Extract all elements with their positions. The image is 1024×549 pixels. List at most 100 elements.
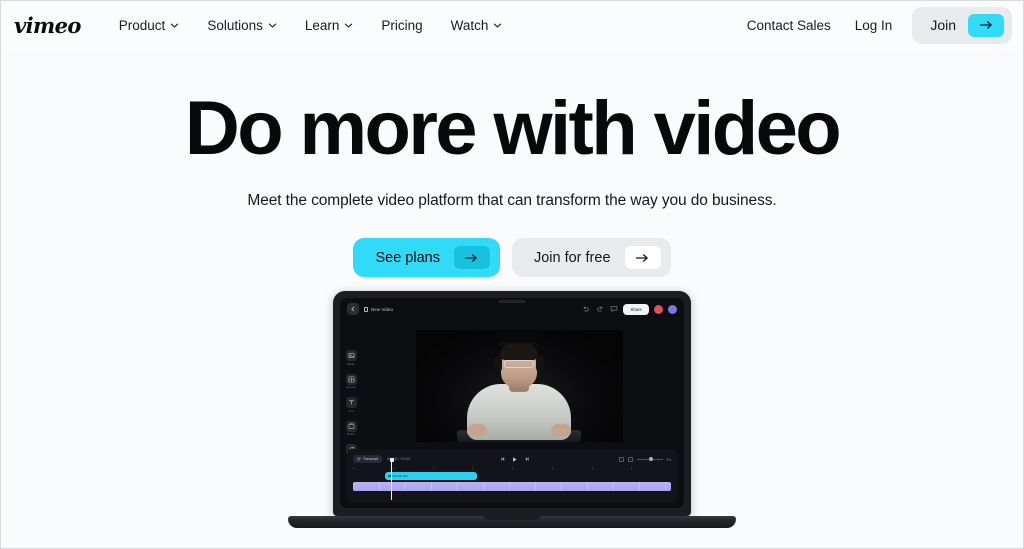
project-title-text: New Video xyxy=(371,306,394,312)
sidebar-item-brand[interactable]: Brand xyxy=(345,420,357,436)
webcam-notch xyxy=(499,300,525,303)
text-icon xyxy=(345,397,357,408)
hero-section: Do more with video Meet the complete vid… xyxy=(0,50,1024,278)
editor-canvas xyxy=(362,320,684,449)
sidebar-item-label: Layouts xyxy=(346,386,356,389)
playback-controls xyxy=(499,456,530,463)
laptop-mockup: New Video Share Media Layouts Text Brand… xyxy=(288,291,736,528)
transcript-button[interactable]: Transcript xyxy=(353,455,382,463)
editor-timeline: Transcript 00:06 / 03:00 Fit My first fi… xyxy=(347,449,677,503)
play-button[interactable] xyxy=(511,456,518,463)
person-glasses xyxy=(504,359,534,368)
chevron-down-icon xyxy=(493,21,502,30)
timeline-toolbar: Transcript 00:06 / 03:00 Fit xyxy=(353,454,671,464)
vimeo-logo[interactable]: vimeo xyxy=(14,13,81,38)
nav-item-solutions[interactable]: Solutions xyxy=(193,12,291,39)
nav-item-watch[interactable]: Watch xyxy=(437,12,517,39)
ruler-tick xyxy=(353,467,393,470)
chevron-down-icon xyxy=(268,21,277,30)
headphone-band xyxy=(498,341,540,349)
back-arrow-icon[interactable] xyxy=(347,303,359,315)
chevron-down-icon xyxy=(170,21,179,30)
laptop-base xyxy=(288,516,736,528)
editor-top-actions: Share xyxy=(581,303,677,315)
primary-nav-links: Product Solutions Learn Pricing Watch xyxy=(105,12,517,39)
ruler-tick xyxy=(392,467,433,470)
ruler-tick xyxy=(551,467,592,470)
ruler-tick xyxy=(512,467,552,470)
grid-view-icon[interactable] xyxy=(618,456,624,462)
nav-item-pricing[interactable]: Pricing xyxy=(367,12,436,39)
ruler-tick xyxy=(631,467,671,470)
join-for-free-label: Join for free xyxy=(533,249,611,266)
headphone-left xyxy=(494,355,502,372)
undo-icon[interactable] xyxy=(581,305,590,314)
nav-actions: Contact Sales Log In Join xyxy=(735,6,1012,44)
laptop-lid: New Video Share Media Layouts Text Brand… xyxy=(333,291,691,516)
person-hand-left xyxy=(467,423,487,436)
join-button-label: Join xyxy=(930,17,956,33)
clip-label: My first film xyxy=(392,474,408,478)
sidebar-item-label: Text xyxy=(348,409,354,413)
timeline-audio-track[interactable] xyxy=(353,482,671,491)
arrow-right-icon xyxy=(453,246,490,270)
sidebar-item-layouts[interactable]: Layouts xyxy=(345,373,357,389)
top-navigation-bar: vimeo Product Solutions Learn Pricing Wa… xyxy=(0,0,1024,50)
log-in-link[interactable]: Log In xyxy=(843,12,905,39)
see-plans-button[interactable]: See plans xyxy=(353,238,500,278)
next-frame-button[interactable] xyxy=(523,456,530,463)
layouts-icon xyxy=(345,373,357,385)
avatar[interactable] xyxy=(668,304,677,314)
timeline-clip[interactable]: My first film xyxy=(385,472,477,480)
list-view-icon[interactable] xyxy=(627,456,633,462)
timeline-ruler[interactable] xyxy=(353,466,671,471)
person-hand-right xyxy=(551,423,571,436)
zoom-label: Fit xyxy=(666,456,671,462)
transcript-icon xyxy=(357,457,361,461)
hero-cta-row: See plans Join for free xyxy=(0,238,1024,278)
nav-item-label: Solutions xyxy=(207,17,263,33)
headphone-right xyxy=(536,355,544,372)
transcript-label: Transcript xyxy=(363,457,378,461)
join-for-free-button[interactable]: Join for free xyxy=(511,238,671,278)
timeline-playhead[interactable] xyxy=(389,458,394,500)
sidebar-item-text[interactable]: Text xyxy=(345,397,357,413)
redo-icon[interactable] xyxy=(595,305,604,314)
media-icon xyxy=(345,350,357,361)
join-button[interactable]: Join xyxy=(912,6,1012,44)
see-plans-label: See plans xyxy=(375,249,440,266)
arrow-right-icon xyxy=(624,246,661,270)
hero-subhead: Meet the complete video platform that ca… xyxy=(247,192,777,210)
editor-screen: New Video Share Media Layouts Text Brand… xyxy=(340,298,684,508)
ruler-tick xyxy=(432,467,473,470)
timeline-video-track[interactable]: My first film xyxy=(353,472,671,480)
arrow-right-icon xyxy=(968,13,1004,37)
nav-item-label: Pricing xyxy=(381,17,423,33)
zoom-slider[interactable] xyxy=(636,457,663,461)
laptop-base-notch xyxy=(483,516,541,520)
video-preview[interactable] xyxy=(415,329,623,442)
page-title: Do more with video xyxy=(184,86,842,171)
chevron-down-icon xyxy=(344,21,353,30)
editor-sidebar: Media Layouts Text Brand xyxy=(340,320,362,460)
ruler-tick xyxy=(472,467,512,470)
brand-icon xyxy=(345,420,357,432)
timeline-view-controls: Fit xyxy=(618,456,671,462)
share-button[interactable]: Share xyxy=(623,303,649,315)
avatar[interactable] xyxy=(654,304,663,314)
sidebar-item-label: Media xyxy=(347,362,355,366)
editor-body: Media Layouts Text Brand xyxy=(340,320,684,460)
nav-item-product[interactable]: Product xyxy=(105,12,194,39)
ruler-tick xyxy=(591,467,632,470)
project-title: New Video xyxy=(364,306,394,312)
nav-item-learn[interactable]: Learn xyxy=(291,12,368,39)
nav-item-label: Product xyxy=(118,17,166,33)
nav-item-label: Learn xyxy=(304,17,340,33)
comment-icon[interactable] xyxy=(609,305,618,314)
sidebar-item-media[interactable]: Media xyxy=(345,350,357,366)
lock-icon xyxy=(364,306,368,312)
previous-frame-button[interactable] xyxy=(499,456,506,463)
nav-item-label: Watch xyxy=(450,17,489,33)
contact-sales-link[interactable]: Contact Sales xyxy=(735,12,843,39)
sidebar-item-label: Brand xyxy=(347,433,355,436)
